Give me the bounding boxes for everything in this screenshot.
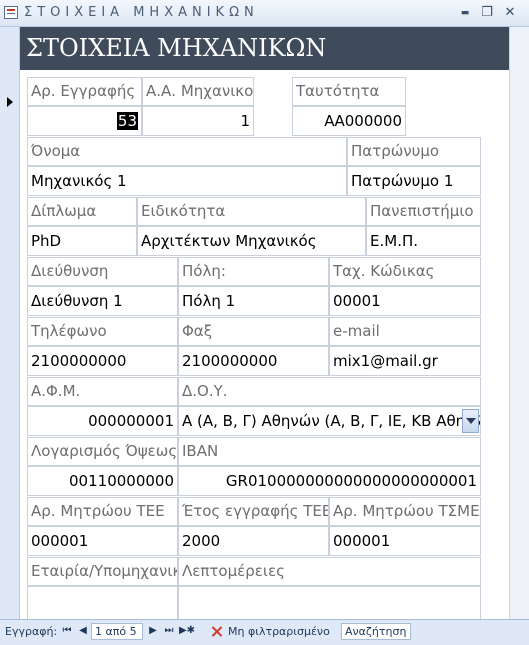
specialty-label: Ειδικότητα	[137, 197, 366, 226]
eng-id-label: Α.Α. Μηχανικού	[142, 77, 254, 106]
city-field[interactable]: Πόλη 1	[178, 286, 329, 316]
email-field[interactable]: mix1@mail.gr	[329, 346, 481, 376]
name-field[interactable]: Μηχανικός 1	[27, 166, 347, 196]
address-field[interactable]: Διεύθυνση 1	[27, 286, 178, 316]
restore-button[interactable]: ❐	[478, 4, 496, 22]
tee-no-field[interactable]: 000001	[27, 526, 178, 556]
account-field[interactable]: 00110000000	[27, 466, 178, 496]
name-label: Όνομα	[27, 137, 347, 166]
record-selector[interactable]	[0, 27, 20, 619]
tax-office-combo[interactable]: Α (Α, Β, Γ) Αθηνών (Α, Β, Γ, ΙΕ, ΚΒ Αθην…	[178, 406, 481, 436]
company-label: Εταιρία/Υπομηχανικός	[27, 557, 178, 586]
tsmede-no-label: Αρ. Μητρώου ΤΣΜΕΔΕ	[329, 497, 481, 526]
vat-label: Α.Φ.Μ.	[27, 377, 178, 406]
tee-year-label: Έτος εγγραφής ΤΕΕ	[178, 497, 329, 526]
father-name-label: Πατρώνυμο	[347, 137, 481, 166]
form-header: ΣΤΟΙΧΕΙΑ ΜΗΧΑΝΙΚΩΝ	[20, 27, 509, 70]
account-label: Λογαρισμός Όψεως	[27, 437, 178, 466]
phone-field[interactable]: 2100000000	[27, 346, 178, 376]
id-card-field[interactable]: ΑΑ000000	[292, 106, 406, 136]
record-label: Εγγραφή:	[5, 625, 58, 638]
reg-no-value: 53	[116, 112, 138, 130]
form-detail: Αρ. Εγγραφής Α.Α. Μηχανικού Ταυτότητα 53…	[20, 70, 509, 619]
tsmede-no-field[interactable]: 000001	[329, 526, 481, 556]
filter-status-button[interactable]: Μη φιλτραρισμένο	[228, 625, 330, 638]
fax-field[interactable]: 2100000000	[178, 346, 329, 376]
degree-label: Δίπλωμα	[27, 197, 137, 226]
reg-no-label: Αρ. Εγγραφής	[27, 77, 142, 106]
company-field[interactable]	[27, 586, 178, 619]
degree-field[interactable]: PhD	[27, 226, 137, 256]
university-field[interactable]: Ε.Μ.Π.	[366, 226, 481, 256]
email-label: e-mail	[329, 317, 481, 346]
new-record-icon[interactable]: ▶✱	[178, 623, 196, 639]
minimize-button[interactable]: ▬	[456, 4, 474, 22]
zip-label: Ταχ. Κώδικας	[329, 257, 481, 286]
title-bar: ΣΤΟΙΧΕΙΑ ΜΗΧΑΝΙΚΩΝ ▬ ❐ ✕	[0, 0, 529, 27]
details-field[interactable]	[178, 586, 481, 619]
tee-year-field[interactable]: 2000	[178, 526, 329, 556]
tax-office-label: Δ.Ο.Υ.	[178, 377, 481, 406]
address-label: Διεύθυνση	[27, 257, 178, 286]
eng-id-field[interactable]: 1	[142, 106, 254, 136]
next-record-icon[interactable]: ▶	[146, 623, 160, 639]
fax-label: Φαξ	[178, 317, 329, 346]
prev-record-icon[interactable]: ◀	[76, 623, 90, 639]
first-record-icon[interactable]: ⏮	[60, 623, 74, 639]
close-button[interactable]: ✕	[501, 4, 519, 22]
tax-office-value: Α (Α, Β, Γ) Αθηνών (Α, Β, Γ, ΙΕ, ΚΒ Αθην…	[182, 412, 481, 430]
tee-no-label: Αρ. Μητρώου ΤΕΕ	[27, 497, 178, 526]
search-input[interactable]: Αναζήτηση	[341, 623, 411, 640]
details-label: Λεπτομέρειες	[178, 557, 481, 586]
zip-field[interactable]: 00001	[329, 286, 481, 316]
phone-label: Τηλέφωνο	[27, 317, 178, 346]
form-title: ΣΤΟΙΧΕΙΑ ΜΗΧΑΝΙΚΩΝ	[26, 34, 327, 62]
filter-off-icon	[211, 625, 223, 637]
current-record-arrow-icon	[7, 97, 13, 107]
window-title: ΣΤΟΙΧΕΙΑ ΜΗΧΑΝΙΚΩΝ	[24, 5, 259, 20]
university-label: Πανεπιστήμιο	[366, 197, 481, 226]
last-record-icon[interactable]: ⏭	[162, 623, 176, 639]
father-name-field[interactable]: Πατρώνυμο 1	[347, 166, 481, 196]
specialty-field[interactable]: Αρχιτέκτων Μηχανικός	[137, 226, 366, 256]
form-icon[interactable]	[4, 6, 18, 19]
city-label: Πόλη:	[178, 257, 329, 286]
record-position-input[interactable]: 1 από 5	[91, 623, 143, 640]
vertical-scrollbar[interactable]	[509, 27, 529, 619]
record-navigation-bar: Εγγραφή: ⏮ ◀ 1 από 5 ▶ ⏭ ▶✱ Μη φιλτραρισ…	[0, 619, 529, 645]
vat-field[interactable]: 000000001	[27, 406, 178, 436]
iban-field[interactable]: GR010000000000000000000001	[178, 466, 481, 496]
iban-label: IBAN	[178, 437, 481, 466]
id-card-label: Ταυτότητα	[292, 77, 406, 106]
reg-no-field[interactable]: 53	[27, 106, 142, 136]
dropdown-arrow-icon[interactable]	[462, 409, 479, 433]
